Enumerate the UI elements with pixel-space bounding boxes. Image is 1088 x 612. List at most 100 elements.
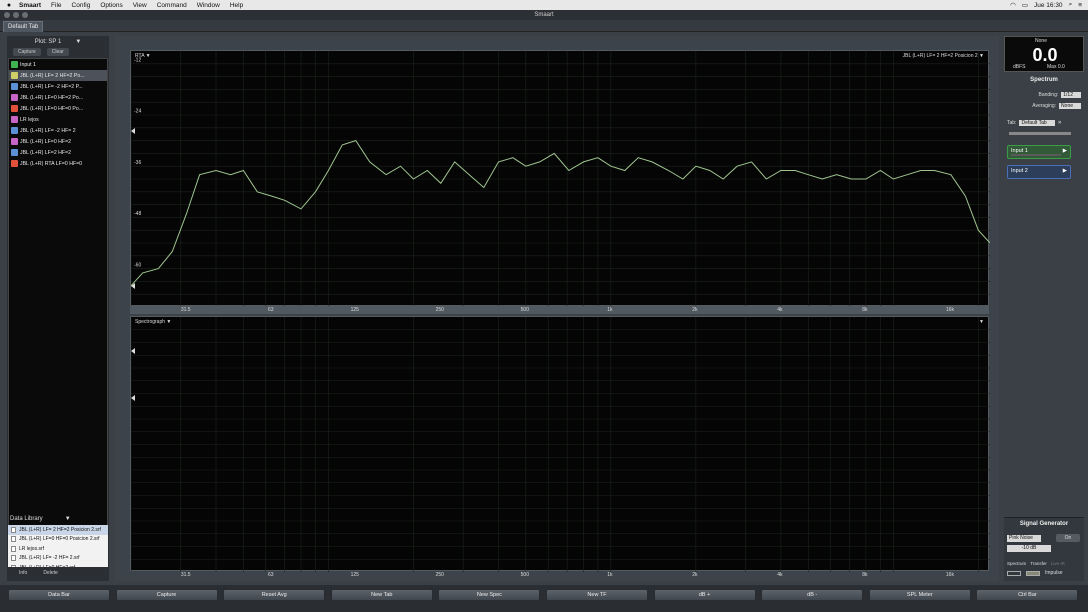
command-button-spl-meter[interactable]: SPL Meter — [868, 589, 971, 601]
signal-generator: Signal Generator Pink Noise On -10 dB Sp… — [1004, 517, 1084, 581]
info-button[interactable]: Info — [19, 570, 27, 578]
battery-icon[interactable]: ▭ — [1022, 1, 1028, 9]
command-button-ctrl-bar[interactable]: Ctrl Bar — [976, 589, 1079, 601]
apple-menu-icon[interactable]: ● — [4, 2, 14, 9]
averaging-dropdown[interactable]: None — [1059, 103, 1081, 109]
library-item[interactable]: JBL (L+R) LF=0 HF=0 Posicion 2.srf — [8, 535, 108, 545]
signal-level-field[interactable]: -10 dB — [1007, 545, 1051, 552]
library-item[interactable]: JBL (L+R) LF= 2 HF=2 Posicion 2.srf — [8, 525, 108, 535]
tab-default[interactable]: Default Tab — [3, 21, 44, 32]
y-tick-label: -60 — [134, 262, 141, 268]
trace-visibility-icon[interactable] — [11, 116, 18, 123]
trace-item[interactable]: JBL (L+R) LF=0 HF=0 Po... — [9, 103, 107, 114]
tab-slider[interactable] — [1009, 132, 1071, 135]
data-library-header[interactable]: Data Library ▼ — [7, 514, 109, 524]
x-tick-label: 250 — [435, 572, 444, 578]
clear-button[interactable]: Clear — [46, 48, 69, 56]
signal-type-dropdown[interactable]: Pink Noise — [1007, 535, 1041, 542]
command-button-reset-avg[interactable]: Reset Avg — [223, 589, 326, 601]
tab-dropdown[interactable]: Default Tab — [1019, 120, 1055, 126]
meter-source[interactable]: None — [1005, 38, 1077, 44]
trace-item[interactable]: JBL (L+R) LF= -2 HF= 2 — [9, 125, 107, 136]
input-1-button[interactable]: Input 1 ▶ — [1007, 145, 1071, 159]
command-button-new-tab[interactable]: New Tab — [330, 589, 433, 601]
trace-item[interactable]: JBL (L+R) LF=2 HF=2 — [9, 147, 107, 158]
plot2-lower-handle[interactable] — [131, 395, 135, 401]
rta-plot[interactable]: -12 -24 -36 -48 -60 RTA ▼ JBL (L+R) LF= 2 HF… — [130, 50, 991, 307]
zoom-window-button[interactable] — [22, 12, 28, 18]
trace-visibility-icon[interactable] — [11, 94, 18, 101]
close-window-button[interactable] — [4, 12, 10, 18]
mode-spectrum[interactable]: Spectrum — [1007, 561, 1026, 566]
spectrograph-plot[interactable]: Spectrograph ▼ ▼ — [130, 316, 990, 572]
level-meter[interactable]: None 0.0 dBFS Max 0.0 — [1004, 36, 1084, 72]
command-button-capture[interactable]: Capture — [115, 589, 218, 601]
trace-label: Input 1 — [20, 61, 36, 68]
trace-item[interactable]: JBL (L+R) LF=0 HF=2 — [9, 136, 107, 147]
command-button-db[interactable]: dB + — [653, 589, 756, 601]
trace-visibility-icon[interactable] — [11, 61, 18, 68]
trace-item[interactable]: JBL (L+R) LF= -2 HF=2 P... — [9, 81, 107, 92]
y-tick-label: -48 — [134, 211, 141, 217]
tab-label: Tab: — [1007, 120, 1017, 126]
plot1-trace-label[interactable]: JBL (L+R) LF= 2 HF=2 Posicion 2 ▼ — [903, 53, 984, 59]
menu-options[interactable]: Options — [95, 2, 127, 9]
mode-live-ir[interactable]: Live IR — [1051, 561, 1065, 566]
trace-item[interactable]: JBL (L+R) LF= 2 HF=2 Po... — [9, 70, 107, 81]
command-button-new-tf[interactable]: New TF — [546, 589, 648, 601]
library-item[interactable]: JBL (L+R) LF= -2 HF= 2.srf — [8, 554, 108, 564]
library-item[interactable]: JBL (L+R) LF=0 HF=2.srf — [8, 563, 108, 567]
plot2-options-icon[interactable]: ▼ — [979, 319, 984, 325]
menu-window[interactable]: Window — [192, 2, 225, 9]
menu-help[interactable]: Help — [225, 2, 248, 9]
transfer-mode-icon[interactable] — [1026, 570, 1040, 576]
menu-view[interactable]: View — [128, 2, 152, 9]
menu-app-name[interactable]: Smaart — [14, 2, 46, 9]
command-button-db[interactable]: dB - — [761, 589, 864, 601]
plot-selector[interactable]: Plot: SP 1 ▼ — [7, 36, 109, 48]
capture-small-button[interactable]: Capture — [13, 48, 41, 56]
trace-item[interactable]: JBL (L+R) RTA LF=0 HF=0 — [9, 158, 107, 169]
input-2-button[interactable]: Input 2 ▶ — [1007, 165, 1071, 179]
file-icon — [11, 526, 16, 533]
plot2-type-label[interactable]: Spectrograph ▼ — [135, 319, 171, 325]
search-icon[interactable]: ⌕ — [1069, 1, 1073, 9]
impulse-button[interactable]: Impulse — [1045, 570, 1063, 576]
library-item[interactable]: LR lejos.srf — [8, 544, 108, 554]
trace-visibility-icon[interactable] — [11, 83, 18, 90]
menu-command[interactable]: Command — [152, 2, 192, 9]
menu-list-icon[interactable]: ≡ — [1078, 2, 1082, 9]
plot1-lower-handle[interactable] — [131, 283, 135, 289]
menu-config[interactable]: Config — [67, 2, 96, 9]
trace-visibility-icon[interactable] — [11, 138, 18, 145]
banding-dropdown[interactable]: 1/12 — [1061, 92, 1081, 98]
trace-visibility-icon[interactable] — [11, 160, 18, 167]
command-button-new-spec[interactable]: New Spec — [438, 589, 541, 601]
menu-file[interactable]: File — [46, 2, 66, 9]
signal-on-button[interactable]: On — [1056, 534, 1080, 542]
trace-visibility-icon[interactable] — [11, 72, 18, 79]
smaart-window: ● Smaart File Config Options View Comman… — [0, 0, 1088, 612]
trace-item[interactable]: JBL (L+R) LF=0 HF=2 Po... — [9, 92, 107, 103]
trace-item[interactable]: Input 1 — [9, 59, 107, 70]
wifi-icon[interactable]: ◠ — [1010, 1, 1016, 9]
impulse-row: Impulse — [1007, 570, 1081, 576]
trace-visibility-icon[interactable] — [11, 127, 18, 134]
file-icon — [11, 545, 16, 552]
tools-icon[interactable]: ✕ — [1058, 120, 1062, 126]
data-library-title: Data Library — [10, 516, 43, 522]
command-button-data-bar[interactable]: Data Bar — [8, 589, 110, 601]
plot1-upper-handle[interactable] — [131, 128, 135, 134]
x-tick-label: 31.5 — [180, 307, 191, 313]
mode-transfer[interactable]: Transfer — [1030, 561, 1047, 566]
delete-button[interactable]: Delete — [43, 570, 57, 578]
plot1-type-label[interactable]: RTA ▼ — [135, 53, 151, 59]
menu-clock[interactable]: Jue 16:30 — [1034, 2, 1063, 9]
trace-item[interactable]: LR lejos — [9, 114, 107, 125]
minimize-window-button[interactable] — [13, 12, 19, 18]
trace-visibility-icon[interactable] — [11, 149, 18, 156]
library-footer: Info Delete — [7, 570, 109, 578]
trace-visibility-icon[interactable] — [11, 105, 18, 112]
spectrum-mode-icon[interactable] — [1007, 570, 1021, 576]
plot2-upper-handle[interactable] — [131, 348, 135, 354]
